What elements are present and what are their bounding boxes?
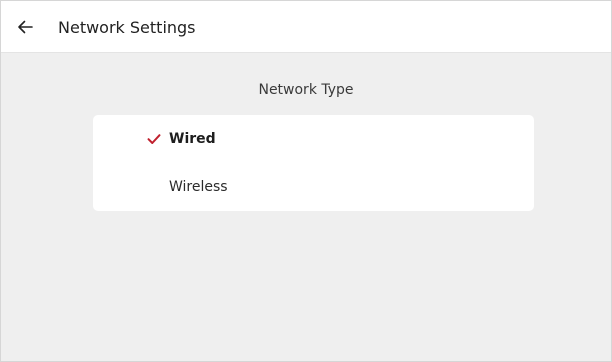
- network-type-list: Wired Wireless: [93, 115, 534, 211]
- section-title: Network Type: [258, 82, 354, 98]
- arrow-left-icon: [17, 20, 33, 34]
- option-label-wireless: Wireless: [169, 179, 228, 195]
- option-wired[interactable]: Wired: [93, 115, 534, 163]
- network-settings-screen: Network Settings Network Type Wired Wire…: [0, 0, 612, 362]
- header-bar: Network Settings: [1, 1, 611, 53]
- option-label-wired: Wired: [169, 131, 216, 147]
- option-wireless[interactable]: Wireless: [93, 163, 534, 211]
- checkmark-icon: [147, 132, 161, 146]
- page-title: Network Settings: [58, 18, 196, 37]
- back-button[interactable]: [11, 13, 39, 41]
